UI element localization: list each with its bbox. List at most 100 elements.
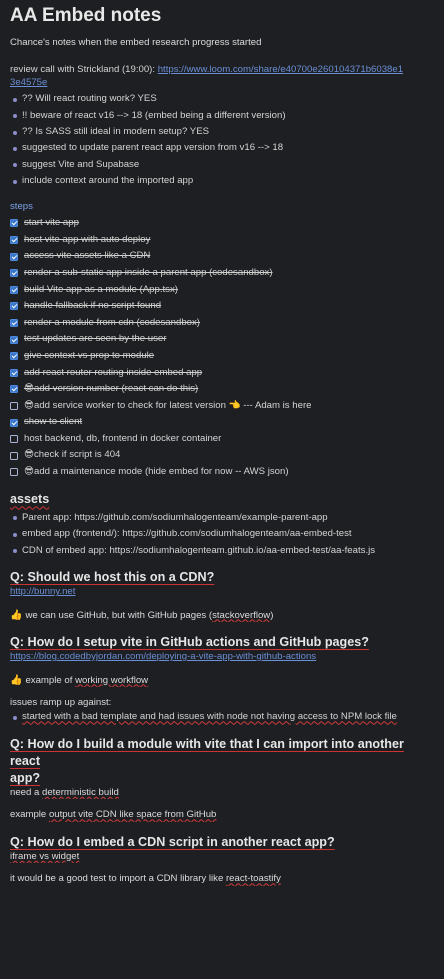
unchecked-checkbox[interactable] <box>10 451 18 460</box>
issues-bullet-text: started with a bad template and had issu… <box>22 711 397 723</box>
checklist-item: 😎add version number (react can do this) <box>10 381 434 398</box>
unchecked-checkbox[interactable] <box>10 401 18 410</box>
list-item: embed app (frontend/): https://github.co… <box>13 526 434 542</box>
checklist-item-text: handle fallback if no script found <box>24 300 162 312</box>
need-line: need a deterministic build <box>10 787 434 799</box>
checked-checkbox[interactable] <box>10 335 18 344</box>
checklist-item-text: 😎add service worker to check for latest … <box>24 399 312 411</box>
working-workflow-link[interactable]: working workflow <box>75 675 148 686</box>
review-call-link[interactable]: https://www.loom.com/share/e40700e260104… <box>158 64 403 75</box>
list-item: CDN of embed app: https://sodiumhalogent… <box>13 543 434 559</box>
checklist-item-text: give context vs prop to module <box>24 349 155 361</box>
review-call-line: review call with Strickland (19:00): htt… <box>10 64 434 76</box>
cdn-answer-suffix: ) <box>270 609 274 621</box>
assets-list: Parent app: https://github.com/sodiumhal… <box>10 510 434 559</box>
list-item: ?? Is SASS still ideal in modern setup? … <box>13 124 434 140</box>
checklist-item-text: 😎check if script is 404 <box>24 449 121 461</box>
steps-heading: steps <box>10 200 33 212</box>
checked-checkbox[interactable] <box>10 368 18 377</box>
list-item: started with a bad template and had issu… <box>13 709 434 725</box>
review-call-label: review call with Strickland (19:00): <box>10 64 158 76</box>
workflow-answer-text: example of <box>25 674 76 686</box>
list-item: include context around the imported app <box>13 173 434 189</box>
question-module-heading-line1: Q: How do I build a module with vite tha… <box>10 736 404 768</box>
toastify-note-text: it would be a good test to import a CDN … <box>10 873 226 885</box>
list-item: ?? Will react routing work? YES <box>13 91 434 107</box>
checklist-item-text: 😎add version number (react can do this) <box>24 383 199 395</box>
question-cdn-heading: Q: Should we host this on a CDN? <box>10 570 215 585</box>
question-module-heading: Q: How do I build a module with vite tha… <box>10 736 434 787</box>
issues-ramp-text: issues ramp up against: <box>10 697 112 709</box>
checked-checkbox[interactable] <box>10 285 18 294</box>
checklist-item: host vite app with auto deploy <box>10 232 434 249</box>
checked-checkbox[interactable] <box>10 236 18 244</box>
checked-checkbox[interactable] <box>10 352 18 361</box>
checklist-item-text: show to client <box>24 416 83 428</box>
bunny-link[interactable]: http://bunny.net <box>10 586 75 597</box>
example-text: example <box>10 809 49 821</box>
checklist-item-text: 😎add a maintenance mode (hide embed for … <box>24 466 289 478</box>
thumbs-up-icon: 👍 <box>10 674 23 686</box>
checklist-item: handle fallback if no script found <box>10 298 434 315</box>
checklist-item: host backend, db, frontend in docker con… <box>10 431 434 448</box>
unchecked-checkbox[interactable] <box>10 468 18 477</box>
checklist-item: 😎add service worker to check for latest … <box>10 398 434 415</box>
assets-heading: assets <box>10 491 50 506</box>
cdn-answer-text: we can use GitHub, but with GitHub pages… <box>25 609 213 621</box>
checklist-item-text: test updates are seen by the user <box>24 333 167 345</box>
notes-page: AA Embed notes Chance's notes when the e… <box>0 0 444 886</box>
blog-link[interactable]: https://blog.codedbyjordan.com/deploying… <box>10 651 316 662</box>
checklist-item: 😎check if script is 404 <box>10 447 434 464</box>
page-subtitle: Chance's notes when the embed research p… <box>10 36 262 48</box>
checked-checkbox[interactable] <box>10 252 18 261</box>
list-item: !! beware of react v16 --> 18 (embed bei… <box>13 108 434 124</box>
deterministic-build-link[interactable]: deterministic build <box>42 787 119 798</box>
cdn-space-link[interactable]: output vite CDN like space from GitHub <box>49 809 216 820</box>
checked-checkbox[interactable] <box>10 385 18 394</box>
checklist-item-text: build Vite app as a module (App.tsx) <box>24 283 178 295</box>
unchecked-checkbox[interactable] <box>10 435 18 444</box>
list-item: suggested to update parent react app ver… <box>13 140 434 156</box>
steps-checklist: start vite app host vite app with auto de… <box>10 215 434 481</box>
example-line: example output vite CDN like space from … <box>10 809 434 821</box>
checklist-item-text: add react router routing inside embed ap… <box>24 366 203 378</box>
question-vite-actions-heading: Q: How do I setup vite in GitHub actions… <box>10 635 369 650</box>
checklist-item: show to client <box>10 414 434 431</box>
cdn-answer: 👍 we can use GitHub, but with GitHub page… <box>10 609 434 622</box>
iframe-vs-widget-link[interactable]: iframe vs widget <box>10 851 79 862</box>
checked-checkbox[interactable] <box>10 302 18 311</box>
react-toastify-link[interactable]: react-toastify <box>226 873 281 884</box>
thumbs-up-icon: 👍 <box>10 609 23 621</box>
workflow-answer: 👍 example of working workflow <box>10 674 434 687</box>
checked-checkbox[interactable] <box>10 418 18 427</box>
question-embed-heading: Q: How do I embed a CDN script in anothe… <box>10 834 335 849</box>
checklist-item: build Vite app as a module (App.tsx) <box>10 281 434 298</box>
checked-checkbox[interactable] <box>10 318 18 327</box>
checklist-item-text: render a module from cdn (codesandbox) <box>24 316 200 328</box>
review-bullet-list: ?? Will react routing work? YES !! bewar… <box>10 91 434 189</box>
checklist-item: render a sub-static app inside a parent … <box>10 265 434 282</box>
question-module-heading-line2: app? <box>10 770 41 785</box>
checklist-item: render a module from cdn (codesandbox) <box>10 315 434 332</box>
need-text: need a <box>10 786 43 798</box>
checklist-item: 😎add a maintenance mode (hide embed for … <box>10 464 434 481</box>
list-item: Parent app: https://github.com/sodiumhal… <box>13 510 434 526</box>
toastify-note: it would be a good test to import a CDN … <box>10 873 434 885</box>
checklist-item-text: start vite app <box>24 217 79 229</box>
checklist-item: add react router routing inside embed ap… <box>10 364 434 381</box>
checked-checkbox[interactable] <box>10 269 18 278</box>
issues-list: started with a bad template and had issu… <box>10 709 434 725</box>
checked-checkbox[interactable] <box>10 219 18 228</box>
checklist-item: access vite assets like a CDN <box>10 248 434 265</box>
checklist-item: start vite app <box>10 215 434 232</box>
checklist-item-text: access vite assets like a CDN <box>24 250 151 262</box>
list-item: suggest Vite and Supabase <box>13 157 434 173</box>
checklist-item: give context vs prop to module <box>10 348 434 365</box>
checklist-item-text: render a sub-static app inside a parent … <box>24 266 273 278</box>
review-call-link-continued[interactable]: 3e4575e <box>10 77 434 89</box>
checklist-item-text: host backend, db, frontend in docker con… <box>24 432 222 444</box>
checklist-item: test updates are seen by the user <box>10 331 434 348</box>
page-title: AA Embed notes <box>10 5 162 26</box>
stackoverflow-link[interactable]: stackoverflow <box>212 610 270 621</box>
checklist-item-text: host vite app with auto deploy <box>24 233 151 245</box>
